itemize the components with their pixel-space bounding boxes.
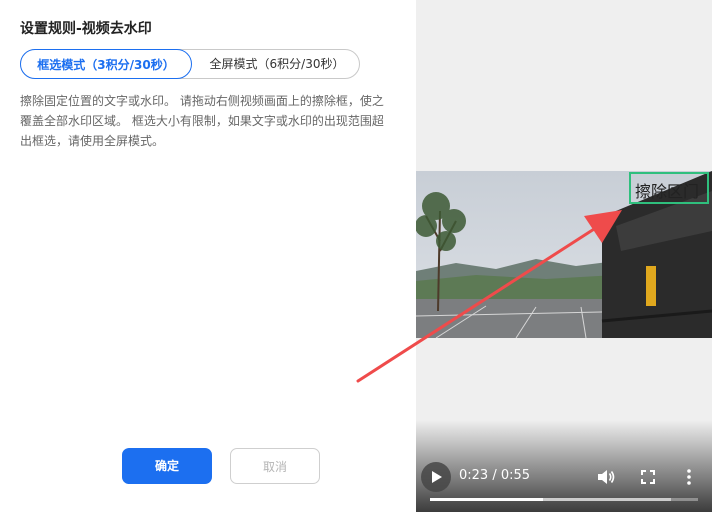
progress-bar[interactable] [430, 498, 698, 501]
confirm-button[interactable]: 确定 [122, 448, 212, 484]
volume-button[interactable] [596, 468, 616, 486]
video-preview-area: 0:23 / 0:55 [416, 0, 712, 512]
erase-box-label: 擦除区门 [635, 182, 700, 201]
time-display: 0:23 / 0:55 [459, 468, 531, 483]
mode-description: 擦除固定位置的文字或水印。 请拖动右侧视频画面上的擦除框，使之覆盖全部水印区域。… [20, 94, 384, 148]
mode-tab-fullscreen[interactable]: 全屏模式（6积分/30秒） [193, 49, 361, 79]
play-icon [432, 471, 442, 483]
play-button[interactable] [421, 462, 451, 492]
cancel-button[interactable]: 取消 [230, 448, 320, 484]
player-controls: 0:23 / 0:55 [416, 462, 712, 492]
erase-box[interactable]: 擦除区门 [629, 172, 709, 204]
more-options-button[interactable] [684, 468, 694, 486]
panel-title: 设置规则-视频去水印 [20, 21, 152, 37]
mode-tab-box-select[interactable]: 框选模式（3积分/30秒） [20, 49, 192, 79]
fullscreen-icon [641, 470, 655, 484]
more-vert-icon [687, 469, 691, 485]
fullscreen-button[interactable] [640, 468, 656, 486]
settings-panel: 设置规则-视频去水印 框选模式（3积分/30秒） 全屏模式（6积分/30秒） 擦… [0, 0, 416, 512]
mode-switcher: 框选模式（3积分/30秒） 全屏模式（6积分/30秒） [20, 49, 360, 79]
progress-played [430, 498, 543, 501]
volume-icon [598, 470, 615, 484]
